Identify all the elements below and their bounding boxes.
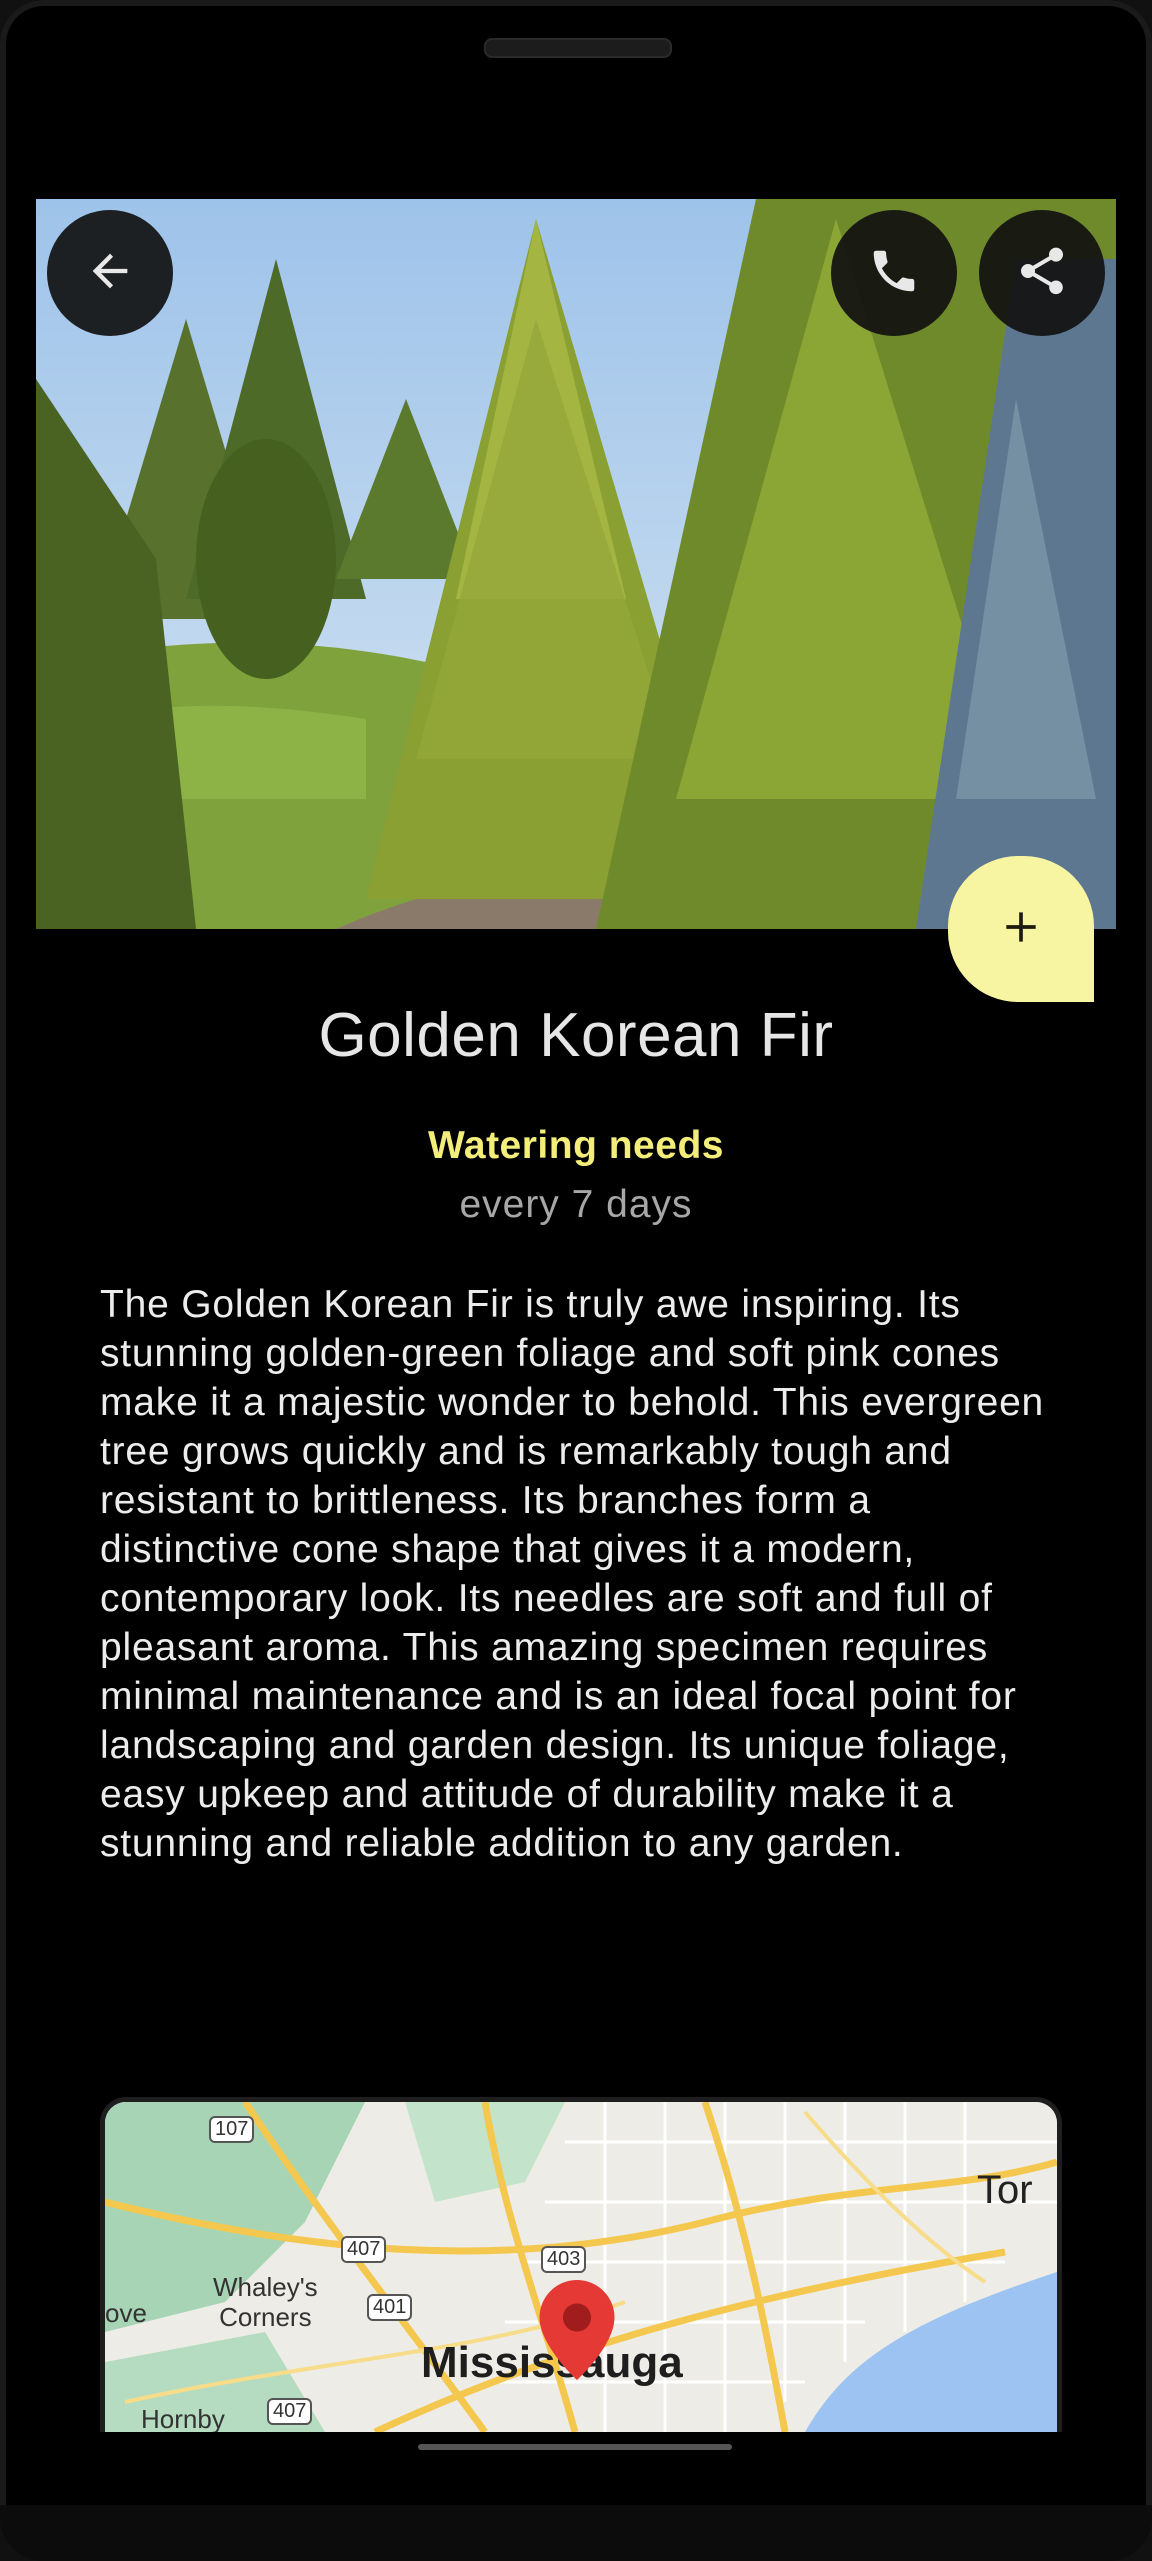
map-label-whaleys-corners: Whaley's Corners: [213, 2272, 318, 2332]
share-button[interactable]: [979, 210, 1105, 336]
route-shield-107: 107: [209, 2116, 255, 2143]
route-shield-407: 407: [341, 2236, 387, 2263]
plant-title: Golden Korean Fir: [318, 1001, 834, 1070]
add-plant-button[interactable]: [948, 856, 1094, 1002]
watering-label: Watering needs: [428, 1124, 724, 1167]
map-label-toronto: Tor: [977, 2168, 1033, 2212]
plant-description: The Golden Korean Fir is truly awe inspi…: [100, 1283, 1045, 1865]
route-shield-407-south: 407: [267, 2398, 313, 2425]
bottom-bezel: [0, 2505, 1152, 2561]
plant-photo: [36, 199, 1116, 929]
call-button[interactable]: [831, 210, 957, 336]
map-label-grove: ove: [105, 2298, 147, 2328]
location-map[interactable]: 107 407 401 403 407 Tor Whaley's Corners…: [100, 2097, 1062, 2432]
earpiece-speaker: [484, 38, 672, 58]
route-shield-403: 403: [541, 2246, 587, 2273]
arrow-back-icon: [84, 245, 136, 302]
phone-icon: [867, 244, 921, 303]
map-pin-icon[interactable]: [539, 2280, 615, 2380]
watering-value: every 7 days: [459, 1183, 693, 1226]
route-shield-401: 401: [367, 2294, 413, 2321]
share-icon: [1014, 243, 1070, 304]
map-label-whaleys-line1: Whaley's: [213, 2272, 318, 2302]
gesture-nav-bar[interactable]: [418, 2444, 732, 2450]
map-label-hornby: Hornby: [141, 2404, 225, 2432]
plus-icon: [999, 905, 1043, 954]
map-label-whaleys-line2: Corners: [219, 2302, 312, 2332]
device-frame: Golden Korean Fir Watering needs every 7…: [0, 0, 1152, 2561]
back-button[interactable]: [47, 210, 173, 336]
